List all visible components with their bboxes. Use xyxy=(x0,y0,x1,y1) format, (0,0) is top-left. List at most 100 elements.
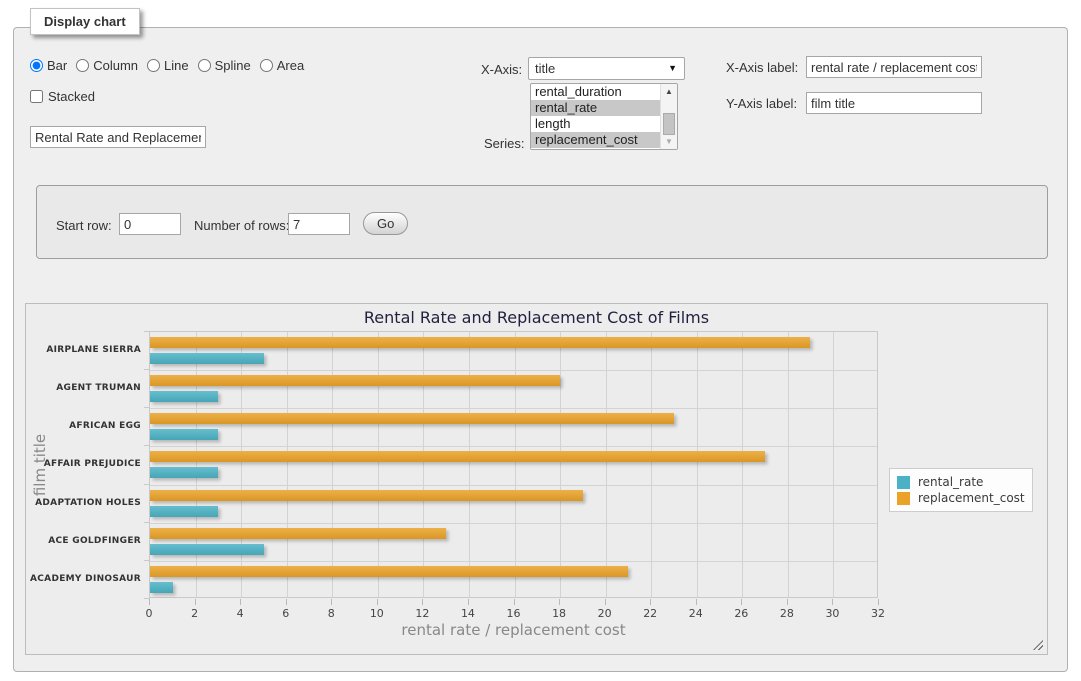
x-axis-tick xyxy=(559,599,560,605)
chart-legend: rental_rate replacement_cost xyxy=(889,468,1033,512)
x-axis-title: rental rate / replacement cost xyxy=(149,621,878,639)
category-label: ADAPTATION HOLES xyxy=(26,484,141,522)
x-axis-tick-label: 20 xyxy=(590,607,620,620)
radio-option-line[interactable]: Line xyxy=(147,58,189,73)
start-row-label: Start row: xyxy=(56,218,112,233)
bar-replacement_cost xyxy=(150,451,765,462)
spline-radio-label[interactable]: Spline xyxy=(215,58,251,73)
x-axis-tick xyxy=(878,599,879,605)
column-radio[interactable] xyxy=(76,59,89,72)
chart-container: Rental Rate and Replacement Cost of Film… xyxy=(25,303,1048,655)
radio-option-column[interactable]: Column xyxy=(76,58,138,73)
column-radio-label[interactable]: Column xyxy=(93,58,138,73)
x-axis-select[interactable]: title ▼ xyxy=(528,57,685,80)
radio-option-area[interactable]: Area xyxy=(260,58,304,73)
legend-entry: rental_rate xyxy=(897,475,1025,489)
gridline-vertical xyxy=(697,332,698,597)
bar-rental_rate xyxy=(150,467,218,478)
listbox-scrollbar[interactable]: ▲ ▼ xyxy=(660,84,677,149)
legend-entry: replacement_cost xyxy=(897,491,1025,505)
x-axis-tick xyxy=(240,599,241,605)
line-radio[interactable] xyxy=(147,59,160,72)
series-option-length[interactable]: length xyxy=(531,116,660,132)
gridline-horizontal xyxy=(150,370,877,371)
gridline-horizontal xyxy=(150,485,877,486)
stacked-checkbox[interactable] xyxy=(30,90,43,103)
x-axis-tick-label: 2 xyxy=(180,607,210,620)
x-axis-tick-label: 6 xyxy=(271,607,301,620)
x-axis-label-field-label: X-Axis label: xyxy=(726,60,798,75)
scrollbar-thumb[interactable] xyxy=(663,113,675,135)
series-option-rental-duration[interactable]: rental_duration xyxy=(531,84,660,100)
x-axis-tick xyxy=(286,599,287,605)
x-axis-tick xyxy=(696,599,697,605)
resize-handle-icon[interactable] xyxy=(1033,640,1043,650)
x-axis-tick-label: 32 xyxy=(863,607,893,620)
series-list-label: Series: xyxy=(484,136,524,151)
y-axis-tick xyxy=(144,407,150,408)
go-button[interactable]: Go xyxy=(363,212,408,235)
y-axis-label-input[interactable] xyxy=(806,92,982,114)
bar-replacement_cost xyxy=(150,413,674,424)
y-axis-tick xyxy=(144,522,150,523)
bar-replacement_cost xyxy=(150,375,560,386)
gridline-vertical xyxy=(287,332,288,597)
gridline-vertical xyxy=(651,332,652,597)
spline-radio[interactable] xyxy=(198,59,211,72)
bar-replacement_cost xyxy=(150,528,446,539)
area-radio-label[interactable]: Area xyxy=(277,58,304,73)
bar-rental_rate xyxy=(150,353,264,364)
series-option-replacement-cost[interactable]: replacement_cost xyxy=(531,132,660,148)
category-label: ACE GOLDFINGER xyxy=(26,522,141,560)
chart-title-input[interactable] xyxy=(30,126,206,148)
y-axis-tick xyxy=(144,331,150,332)
category-label: AFRICAN EGG xyxy=(26,407,141,445)
radio-option-spline[interactable]: Spline xyxy=(198,58,251,73)
gridline-horizontal xyxy=(150,408,877,409)
area-radio[interactable] xyxy=(260,59,273,72)
gridline-vertical xyxy=(378,332,379,597)
x-axis-tick xyxy=(149,599,150,605)
plot-area xyxy=(149,331,878,598)
series-option-rental-rate[interactable]: rental_rate xyxy=(531,100,660,116)
line-radio-label[interactable]: Line xyxy=(164,58,189,73)
category-label: AGENT TRUMAN xyxy=(26,369,141,407)
x-axis-tick-label: 10 xyxy=(362,607,392,620)
scroll-down-icon[interactable]: ▼ xyxy=(661,134,677,149)
y-axis-tick xyxy=(144,369,150,370)
gridline-vertical xyxy=(196,332,197,597)
stacked-checkbox-row[interactable]: Stacked xyxy=(30,89,95,104)
y-axis-tick xyxy=(144,484,150,485)
x-axis-tick xyxy=(787,599,788,605)
stacked-label[interactable]: Stacked xyxy=(48,89,95,104)
category-label: AFFAIR PREJUDICE xyxy=(26,445,141,483)
bar-radio-label[interactable]: Bar xyxy=(47,58,67,73)
chevron-down-icon: ▼ xyxy=(668,64,677,73)
x-axis-select-label: X-Axis: xyxy=(481,62,522,77)
y-axis-label-field-label: Y-Axis label: xyxy=(726,96,797,111)
x-axis-tick-label: 26 xyxy=(726,607,756,620)
x-axis-tick-label: 18 xyxy=(544,607,574,620)
gridline-horizontal xyxy=(150,446,877,447)
start-row-input[interactable] xyxy=(119,213,181,235)
series-listbox[interactable]: rental_duration rental_rate length repla… xyxy=(530,83,678,150)
scroll-up-icon[interactable]: ▲ xyxy=(661,84,677,99)
x-axis-tick-label: 30 xyxy=(817,607,847,620)
x-axis-tick xyxy=(514,599,515,605)
radio-option-bar[interactable]: Bar xyxy=(30,58,67,73)
bar-radio[interactable] xyxy=(30,59,43,72)
x-axis-label-input[interactable] xyxy=(806,56,982,78)
legend-swatch-rental_rate xyxy=(897,476,910,489)
bar-replacement_cost xyxy=(150,490,583,501)
x-axis-selected-value: title xyxy=(535,61,555,76)
x-axis-tick xyxy=(331,599,332,605)
x-axis-tick-label: 24 xyxy=(681,607,711,620)
row-range-panel: Start row: Number of rows: Go xyxy=(36,185,1048,259)
gridline-vertical xyxy=(241,332,242,597)
number-of-rows-input[interactable] xyxy=(288,213,350,235)
gridline-vertical xyxy=(742,332,743,597)
gridline-vertical xyxy=(469,332,470,597)
gridline-vertical xyxy=(515,332,516,597)
legend-swatch-replacement_cost xyxy=(897,492,910,505)
category-label: AIRPLANE SIERRA xyxy=(26,331,141,369)
